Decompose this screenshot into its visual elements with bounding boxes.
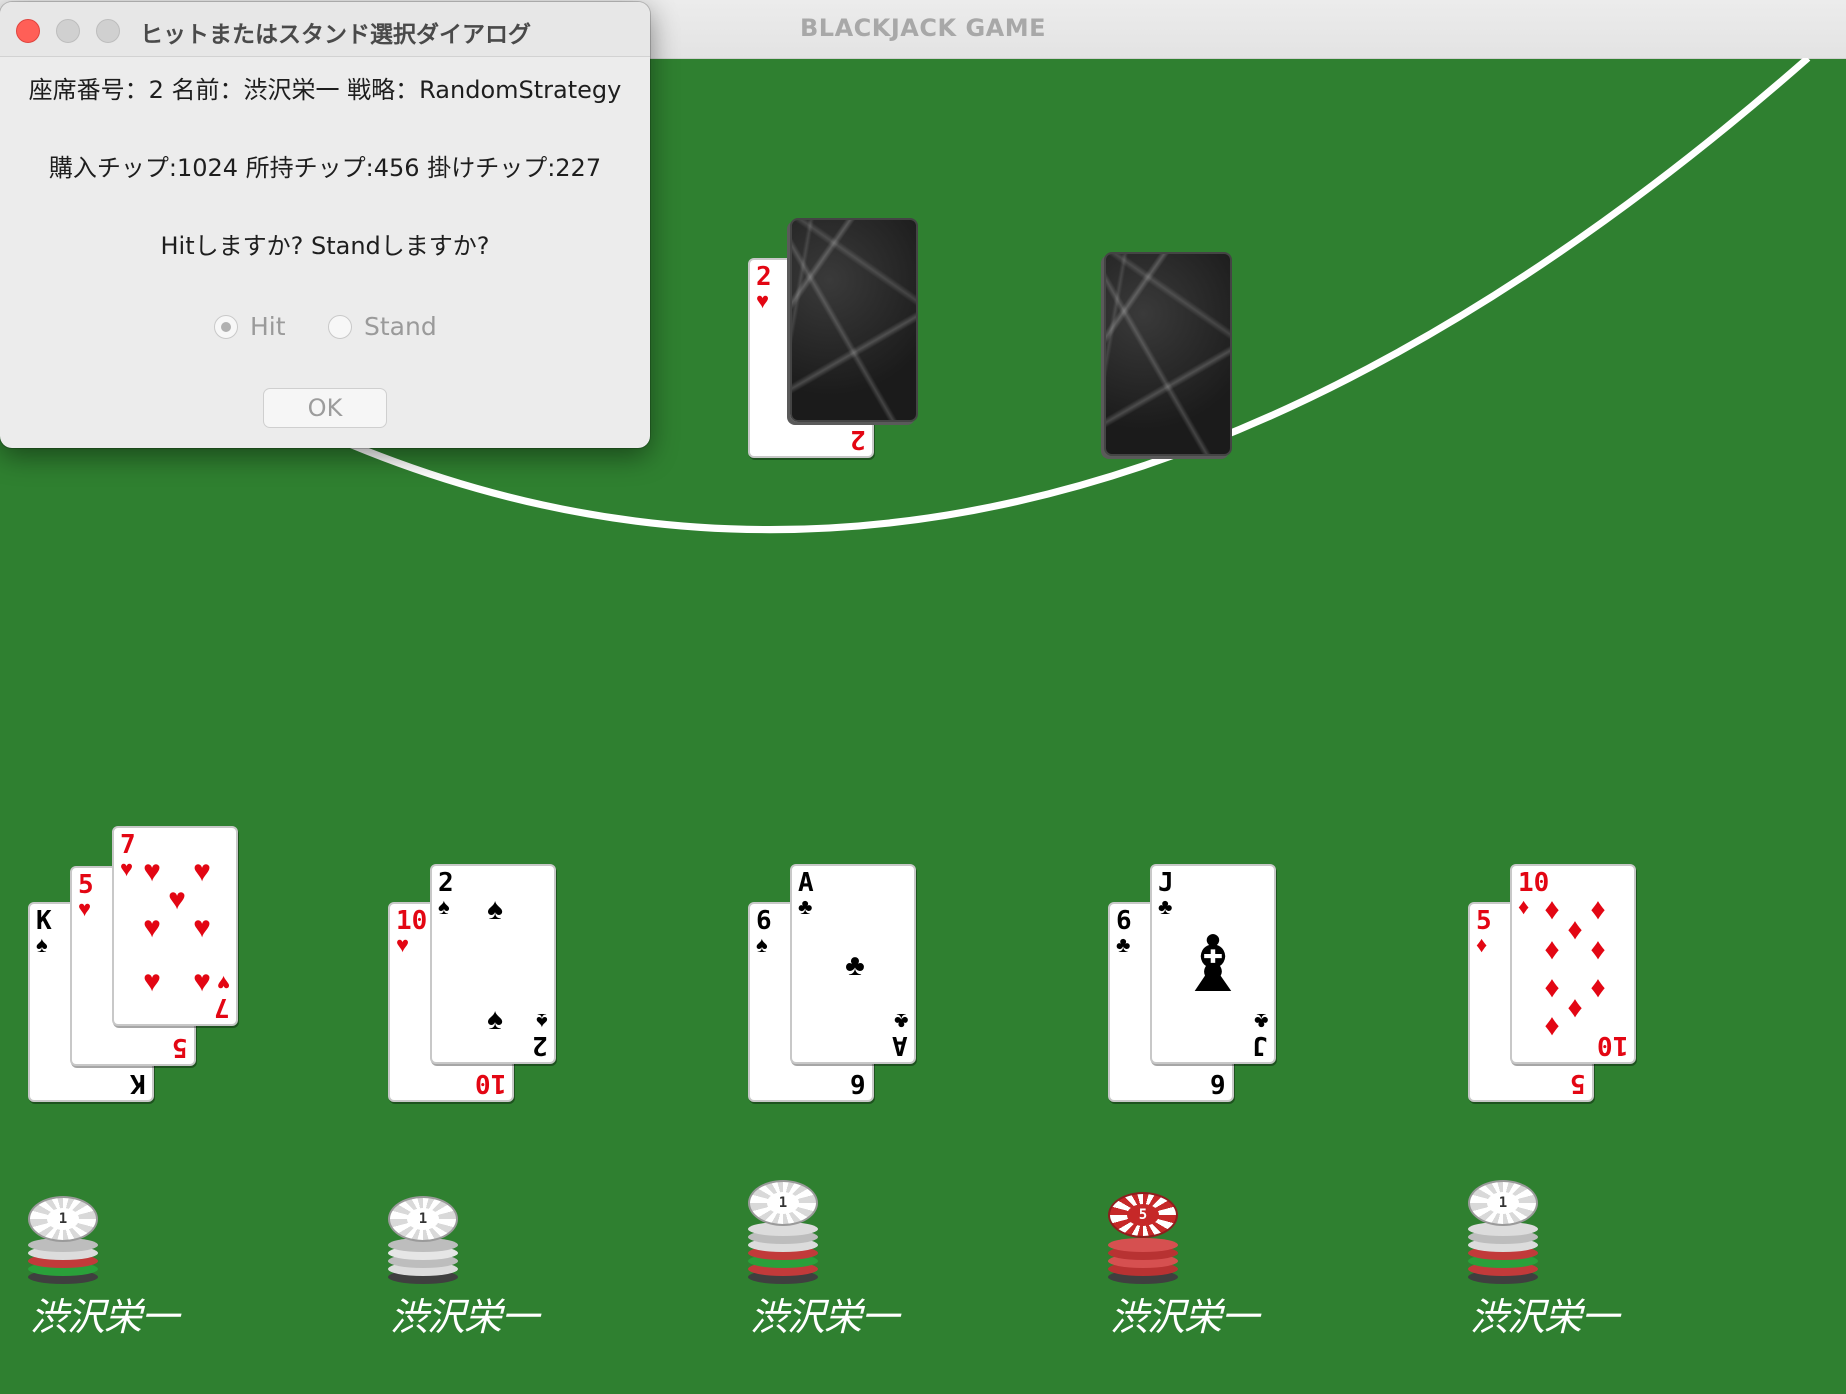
player-1-card-3: 7 ♥ ♥ ♥ ♥ ♥ ♥ ♥ ♥ 7 ♥ bbox=[112, 826, 238, 1026]
heart-icon: ♥ bbox=[756, 288, 770, 313]
spade-icon: ♠ bbox=[36, 932, 48, 957]
spade-icon: ♠ bbox=[438, 894, 450, 919]
player-2-card-2: 2 ♠ ♠ ♠ 2 ♠ bbox=[430, 864, 556, 1064]
player-5-card-2: 10 ♦ ♦ ♦ ♦ ♦ ♦ ♦ ♦ ♦ ♦ 10 bbox=[1510, 864, 1636, 1064]
dialog-title: ヒットまたはスタンド選択ダイアログ bbox=[140, 22, 531, 48]
heart-icon: ♥ bbox=[168, 883, 186, 916]
card-rank: 2 bbox=[756, 262, 772, 292]
player-4-card-2: J ♣ ♝ J ♣ bbox=[1150, 864, 1276, 1064]
minimize-icon[interactable] bbox=[56, 19, 80, 43]
card-rank: 10 bbox=[474, 1068, 506, 1098]
dialog-chip-info: 購入チップ:1024 所持チップ:456 掛けチップ:227 bbox=[48, 154, 602, 182]
diamond-icon: ♦ bbox=[1476, 932, 1488, 957]
dealer-hole-card bbox=[790, 218, 918, 422]
player-5-name: 渋沢栄一 bbox=[1470, 1295, 1619, 1339]
card-rank: 2 bbox=[438, 868, 454, 898]
card-rank: 6 bbox=[756, 906, 772, 936]
club-icon: ♣ bbox=[1116, 932, 1131, 957]
heart-icon: ♥ bbox=[216, 971, 230, 996]
club-icon: ♣ bbox=[1253, 1009, 1268, 1034]
player-3-name: 渋沢栄一 bbox=[750, 1295, 899, 1339]
player-4-name: 渋沢栄一 bbox=[1110, 1295, 1259, 1339]
diamond-icon: ♦ bbox=[1590, 971, 1606, 1004]
heart-icon: ♥ bbox=[193, 911, 211, 944]
club-icon: ♣ bbox=[845, 949, 865, 982]
player-3-card-2: A ♣ ♣ A ♣ bbox=[790, 864, 916, 1064]
radio-empty-icon bbox=[328, 314, 352, 339]
diamond-icon: ♦ bbox=[1544, 933, 1560, 966]
radio-selected-icon bbox=[214, 314, 238, 339]
player-2-chip-stack: 1 bbox=[388, 1196, 458, 1288]
player-1-name: 渋沢栄一 bbox=[30, 1295, 179, 1339]
diamond-icon: ♦ bbox=[1590, 893, 1606, 926]
card-rank: A bbox=[798, 868, 814, 898]
heart-icon: ♥ bbox=[120, 856, 134, 881]
chip-value: 5 bbox=[1127, 1204, 1159, 1226]
card-rank: K bbox=[36, 906, 52, 936]
maximize-icon[interactable] bbox=[96, 19, 120, 43]
hit-radio-label: Hit bbox=[250, 312, 286, 341]
card-rank: 10 bbox=[396, 906, 428, 936]
spade-icon: ♠ bbox=[536, 1009, 548, 1034]
player-1-chip-stack: 1 bbox=[28, 1196, 98, 1288]
card-rank: 2 bbox=[850, 424, 866, 454]
card-rank: 7 bbox=[214, 992, 230, 1022]
chip-value: 1 bbox=[1487, 1192, 1519, 1214]
card-rank: 5 bbox=[1570, 1068, 1586, 1098]
card-rank: 5 bbox=[78, 870, 94, 900]
spade-icon: ♠ bbox=[487, 893, 503, 926]
diamond-icon: ♦ bbox=[1544, 893, 1560, 926]
card-rank: 7 bbox=[120, 830, 136, 860]
diamond-icon: ♦ bbox=[1590, 933, 1606, 966]
heart-icon: ♥ bbox=[193, 855, 211, 888]
card-rank: J bbox=[1158, 868, 1174, 898]
player-2-name: 渋沢栄一 bbox=[390, 1295, 539, 1339]
choice-radio-group: Hit Stand bbox=[0, 312, 650, 346]
stand-radio[interactable]: Stand bbox=[328, 312, 437, 341]
player-4-chip-stack: 5 bbox=[1108, 1192, 1178, 1288]
card-rank: K bbox=[130, 1068, 146, 1098]
heart-icon: ♥ bbox=[143, 855, 161, 888]
card-rank: 10 bbox=[1596, 1030, 1628, 1060]
heart-icon: ♥ bbox=[143, 965, 161, 998]
stand-radio-label: Stand bbox=[364, 312, 437, 341]
spade-icon: ♠ bbox=[487, 1003, 503, 1036]
card-rank: J bbox=[1252, 1030, 1268, 1060]
bishop-icon: ♝ bbox=[1178, 920, 1248, 1008]
dialog-titlebar[interactable]: ヒットまたはスタンド選択ダイアログ bbox=[0, 2, 650, 57]
hit-radio[interactable]: Hit bbox=[214, 312, 286, 341]
card-rank: 2 bbox=[532, 1030, 548, 1060]
card-rank: 6 bbox=[1116, 906, 1132, 936]
hit-stand-dialog: ヒットまたはスタンド選択ダイアログ 座席番号：2 名前：渋沢栄一 戦略：Rand… bbox=[0, 2, 650, 448]
club-icon: ♣ bbox=[893, 1009, 908, 1034]
diamond-icon: ♦ bbox=[1518, 894, 1530, 919]
blackjack-window: BLACKJACK GAME 2 ♥ 2 ♥ K ♠ K 5 ♥ 5 7 ♥ ♥ bbox=[0, 0, 1846, 1394]
chip-value: 1 bbox=[407, 1208, 439, 1230]
diamond-icon: ♦ bbox=[1544, 971, 1560, 1004]
card-rank: 6 bbox=[1210, 1068, 1226, 1098]
spade-icon: ♠ bbox=[756, 932, 768, 957]
club-icon: ♣ bbox=[1158, 894, 1173, 919]
card-rank: A bbox=[892, 1030, 908, 1060]
heart-icon: ♥ bbox=[193, 965, 211, 998]
chip-value: 1 bbox=[47, 1208, 79, 1230]
diamond-icon: ♦ bbox=[1567, 991, 1583, 1024]
club-icon: ♣ bbox=[798, 894, 813, 919]
ok-button[interactable]: OK bbox=[263, 388, 387, 428]
heart-icon: ♥ bbox=[78, 896, 92, 921]
player-3-chip-stack: 1 bbox=[748, 1180, 818, 1288]
card-rank: 5 bbox=[1476, 906, 1492, 936]
heart-icon: ♥ bbox=[143, 911, 161, 944]
heart-icon: ♥ bbox=[396, 932, 410, 957]
deck-stack[interactable] bbox=[1104, 252, 1232, 456]
dialog-question: Hitしますか? Standしますか? bbox=[160, 232, 490, 260]
card-rank: 5 bbox=[172, 1032, 188, 1062]
diamond-icon: ♦ bbox=[1567, 913, 1583, 946]
player-5-chip-stack: 1 bbox=[1468, 1180, 1538, 1288]
dialog-seat-info: 座席番号：2 名前：渋沢栄一 戦略：RandomStrategy bbox=[28, 76, 622, 104]
chip-value: 1 bbox=[767, 1192, 799, 1214]
diamond-icon: ♦ bbox=[1544, 1009, 1560, 1042]
close-icon[interactable] bbox=[16, 19, 40, 43]
card-rank: 6 bbox=[850, 1068, 866, 1098]
